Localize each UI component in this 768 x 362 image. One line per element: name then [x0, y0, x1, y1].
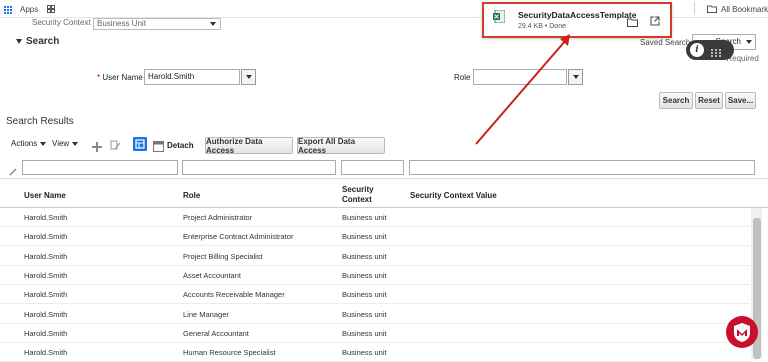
show-in-folder-icon[interactable] — [627, 14, 638, 27]
authorize-data-access-button[interactable]: Authorize Data Access — [205, 137, 293, 155]
filter-security-context-input[interactable] — [341, 160, 404, 175]
filter-user-name-input[interactable] — [22, 160, 178, 175]
cell-role: Project Billing Specialist — [183, 251, 263, 261]
table-header-row: User Name Role Security Context Security… — [0, 178, 768, 208]
cell-role: Enterprise Contract Administrator — [183, 232, 294, 242]
cell-role: Project Administrator — [183, 213, 253, 222]
cell-security-context: Business unit — [342, 309, 387, 319]
table-row[interactable]: Harold.Smith Line Manager Business unit — [0, 305, 750, 324]
open-external-icon[interactable] — [650, 13, 660, 26]
column-header-role[interactable]: Role — [183, 191, 200, 201]
excel-file-icon — [493, 9, 506, 24]
cell-user-name: Harold.Smith — [24, 213, 68, 222]
column-header-security-context-line2[interactable]: Context — [342, 195, 372, 205]
cell-security-context: Business unit — [342, 232, 387, 242]
table-row[interactable]: Harold.Smith General Accountant Business u… — [0, 324, 750, 343]
cell-role: General Accountant — [183, 328, 249, 338]
table-row[interactable]: Harold.Smith Project Billing Specialist Bu… — [0, 247, 750, 266]
cell-role: Accounts Receivable Manager — [183, 290, 285, 300]
collapse-triangle-icon[interactable] — [16, 39, 22, 44]
table-row[interactable]: Harold.Smith Human Resource Specialist Bus… — [0, 343, 750, 362]
role-label: Role — [454, 73, 471, 82]
chevron-down-icon — [746, 40, 752, 44]
column-header-security-context-value[interactable]: Security Context Value — [410, 191, 497, 201]
user-name-dropdown-button[interactable] — [241, 69, 256, 85]
table-row[interactable]: Harold.Smith Enterprise Contract Administ… — [0, 227, 750, 247]
add-icon[interactable] — [92, 139, 102, 152]
search-results-title: Search Results — [6, 116, 74, 127]
edit-icon[interactable] — [110, 138, 121, 150]
detach-button[interactable]: Detach — [167, 141, 194, 150]
cell-security-context: Business unit — [342, 270, 387, 280]
cell-user-name: Harold.Smith — [24, 309, 68, 319]
filter-role-input[interactable] — [182, 160, 336, 175]
mcafee-shield-icon[interactable] — [726, 316, 758, 348]
actions-menu[interactable]: Actions — [11, 139, 47, 148]
view-menu[interactable]: View — [52, 139, 79, 148]
tab-groups-icon[interactable] — [47, 5, 55, 13]
cell-user-name: Harold.Smith — [24, 251, 68, 261]
download-file-name[interactable]: SecurityDataAccessTemplate — [518, 10, 636, 20]
chevron-down-icon — [245, 75, 252, 79]
cell-security-context: Business unit — [342, 251, 387, 261]
filter-security-context-value-input[interactable] — [409, 160, 755, 175]
detach-icon[interactable] — [153, 139, 164, 152]
cell-user-name: Harold.Smith — [24, 290, 68, 300]
cell-security-context: Business unit — [342, 290, 387, 300]
saved-search-label: Saved Search — [640, 38, 691, 47]
user-name-label: * User Name — [97, 73, 143, 82]
save-button[interactable]: Save... — [725, 92, 756, 109]
chevron-down-icon — [72, 141, 79, 146]
cell-user-name: Harold.Smith — [24, 328, 68, 338]
column-header-security-context-line1[interactable]: Security — [342, 185, 374, 195]
bookmarks-divider — [694, 2, 695, 15]
chevron-down-icon — [210, 22, 216, 26]
cell-user-name: Harold.Smith — [24, 348, 68, 358]
apps-icon[interactable] — [4, 6, 12, 14]
table-row[interactable]: Harold.Smith Asset Accountant Business uni… — [0, 266, 750, 285]
filter-clear-icon[interactable] — [9, 163, 18, 176]
table-row[interactable]: Harold.Smith Project Administrator Busines… — [0, 208, 750, 227]
grid-dots-icon[interactable] — [710, 45, 722, 57]
required-marker: * — [97, 73, 101, 82]
column-header-user-name[interactable]: User Name — [24, 191, 66, 201]
download-file-info: 29.4 KB • Done — [518, 23, 566, 30]
actions-menu-label: Actions — [11, 139, 38, 148]
cell-security-context: Business unit — [342, 328, 387, 338]
annotation-arrow — [475, 34, 570, 145]
cell-user-name: Harold.Smith — [24, 270, 68, 280]
search-panel-title: Search — [26, 36, 60, 47]
table-row[interactable]: Harold.Smith Accounts Receivable Manager B… — [0, 285, 750, 305]
user-name-label-text: User Name — [102, 73, 143, 82]
cell-role: Line Manager — [183, 309, 229, 319]
user-name-value: Harold.Smith — [148, 72, 195, 81]
cell-user-name: Harold.Smith — [24, 232, 68, 242]
folder-icon — [707, 5, 717, 13]
chevron-down-icon — [40, 141, 47, 146]
apps-link[interactable]: Apps — [20, 5, 38, 14]
assist-overlay-pill[interactable]: i — [686, 40, 734, 60]
user-name-input[interactable]: Harold.Smith — [144, 69, 240, 85]
search-button[interactable]: Search — [659, 92, 693, 109]
security-context-label: Security Context — [32, 18, 91, 27]
security-context-select[interactable]: Business Unit — [93, 18, 221, 30]
view-menu-label: View — [52, 139, 70, 148]
freeze-icon[interactable] — [133, 137, 147, 151]
cell-role: Asset Accountant — [183, 270, 241, 280]
export-all-data-access-button[interactable]: Export All Data Access — [297, 137, 385, 155]
cell-security-context: Business unit — [342, 213, 387, 222]
security-context-value: Business Unit — [97, 19, 146, 28]
all-bookmarks-link[interactable]: All Bookmarks — [721, 5, 768, 14]
reset-button[interactable]: Reset — [695, 92, 723, 109]
cell-security-context: Business unit — [342, 348, 387, 358]
cell-role: Human Resource Specialist — [183, 348, 276, 358]
info-icon[interactable]: i — [690, 43, 704, 57]
